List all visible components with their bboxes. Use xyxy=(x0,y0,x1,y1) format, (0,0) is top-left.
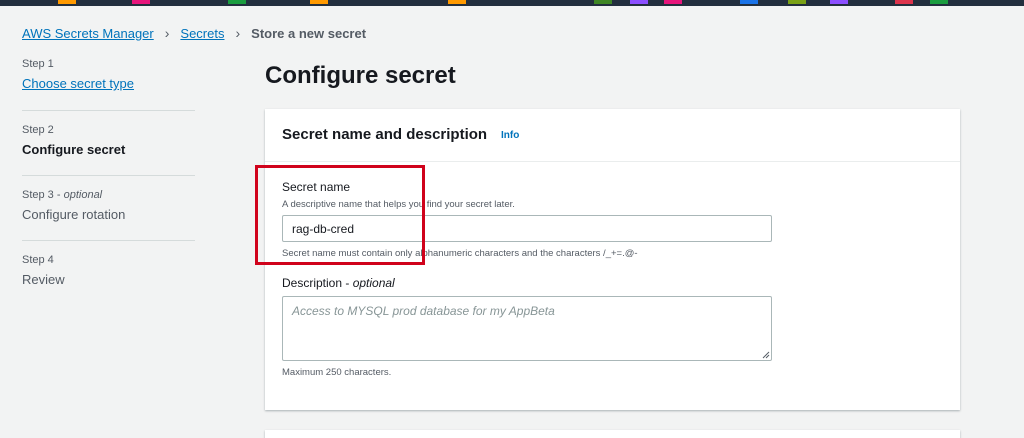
breadcrumb-secrets-manager[interactable]: AWS Secrets Manager xyxy=(22,26,154,41)
optional-tag: optional xyxy=(63,189,103,201)
topbar-color-segment xyxy=(895,0,913,4)
page-title: Configure secret xyxy=(265,62,456,89)
topbar-color-segment xyxy=(310,0,328,4)
topbar-color-segment xyxy=(830,0,848,4)
topbar-color-segment xyxy=(448,0,466,4)
description-textarea[interactable] xyxy=(282,296,772,361)
wizard-step-4: Step 4 Review xyxy=(22,254,197,287)
step-link-choose-secret-type[interactable]: Choose secret type xyxy=(22,76,197,91)
info-link[interactable]: Info xyxy=(501,130,519,141)
chevron-right-icon: › xyxy=(164,25,170,41)
topbar-color-segment xyxy=(594,0,612,4)
topbar-color-segment xyxy=(930,0,948,4)
breadcrumb-secrets[interactable]: Secrets xyxy=(180,26,224,41)
step-number: Step 1 xyxy=(22,58,54,70)
step-number-label: Step 3 xyxy=(22,189,54,201)
top-navigation-bar xyxy=(0,0,1024,6)
step-number: Step 2 xyxy=(22,124,54,136)
topbar-color-segment xyxy=(58,0,76,4)
topbar-color-segment xyxy=(740,0,758,4)
wizard-step-3: Step 3 - optional Configure rotation xyxy=(22,189,197,222)
step-divider xyxy=(22,240,195,241)
step-number: Step 3 - optional xyxy=(22,189,197,201)
breadcrumb-current: Store a new secret xyxy=(251,25,367,41)
description-label-text: Description - xyxy=(282,276,353,290)
annotation-highlight-box xyxy=(255,165,425,265)
card-header: Secret name and description Info xyxy=(265,109,960,162)
resize-handle-icon[interactable] xyxy=(762,351,770,359)
step-title-review: Review xyxy=(22,272,65,287)
topbar-color-segment xyxy=(664,0,682,4)
topbar-color-segment xyxy=(228,0,246,4)
section-title: Secret name and description xyxy=(282,126,488,143)
optional-tag: optional xyxy=(352,276,395,290)
description-label: Description - optional xyxy=(282,276,395,290)
step-divider xyxy=(22,175,195,176)
topbar-color-segment xyxy=(132,0,150,4)
breadcrumb: AWS Secrets Manager › Secrets › Store a … xyxy=(22,25,366,41)
topbar-color-segment xyxy=(788,0,806,4)
topbar-color-segment xyxy=(630,0,648,4)
wizard-step-1: Step 1 Choose secret type xyxy=(22,58,197,91)
step-divider xyxy=(22,110,195,111)
step-title-current: Configure secret xyxy=(22,142,126,157)
step-number: Step 4 xyxy=(22,254,54,266)
description-constraint: Maximum 250 characters. xyxy=(282,367,392,378)
step-separator: - xyxy=(53,189,64,201)
step-title-configure-rotation: Configure rotation xyxy=(22,207,126,222)
wizard-step-2: Step 2 Configure secret xyxy=(22,124,197,157)
next-section-card xyxy=(265,430,960,438)
chevron-right-icon: › xyxy=(235,25,241,41)
